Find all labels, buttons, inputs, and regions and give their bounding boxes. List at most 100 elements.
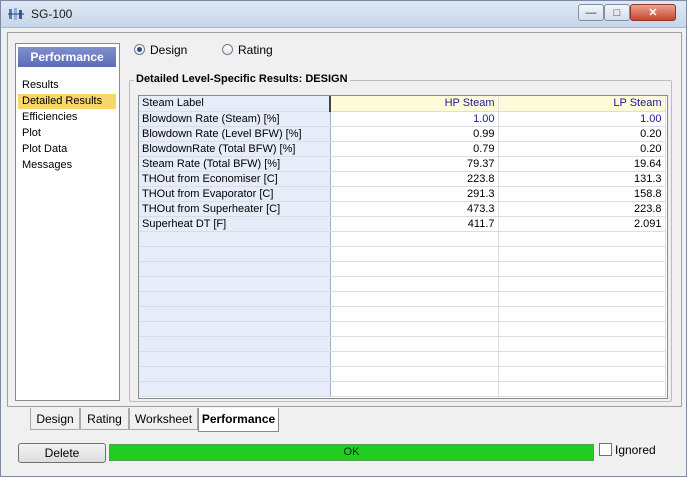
ignored-label: Ignored	[615, 443, 656, 457]
empty-cell	[330, 306, 499, 322]
empty-cell	[139, 381, 331, 397]
maximize-button[interactable]: □	[604, 4, 630, 21]
row-value-hp: 79.37	[330, 156, 499, 172]
nav-item-plot[interactable]: Plot	[18, 126, 116, 141]
group-title: Detailed Level-Specific Results: DESIGN	[134, 73, 350, 85]
row-value-hp: 0.79	[330, 141, 499, 157]
table-row: THOut from Superheater [C] 473.3 223.8	[139, 201, 666, 217]
nav-item-results[interactable]: Results	[18, 78, 116, 93]
empty-cell	[139, 321, 331, 337]
empty-row	[139, 246, 666, 262]
empty-cell	[330, 366, 499, 382]
empty-cell	[498, 366, 666, 382]
row-value-lp[interactable]: 1.00	[498, 111, 666, 127]
results-table: Steam Label HP Steam LP Steam Blowdown R…	[139, 96, 666, 397]
table-row: Steam Rate (Total BFW) [%] 79.37 19.64	[139, 156, 666, 172]
row-value-lp: 0.20	[498, 126, 666, 142]
window-title: SG-100	[31, 7, 73, 21]
row-value-lp: 223.8	[498, 201, 666, 217]
empty-cell	[139, 291, 331, 307]
results-groupbox: Detailed Level-Specific Results: DESIGN …	[129, 73, 672, 402]
close-button[interactable]: ✕	[630, 4, 676, 21]
header-lp-steam[interactable]: LP Steam	[498, 96, 666, 112]
empty-row	[139, 276, 666, 292]
empty-row	[139, 231, 666, 247]
empty-cell	[330, 336, 499, 352]
ignored-checkbox[interactable]	[599, 443, 612, 456]
table-row: Superheat DT [F] 411.7 2.091	[139, 216, 666, 232]
row-value-hp: 223.8	[330, 171, 499, 187]
app-icon	[8, 8, 24, 20]
maximize-icon: □	[613, 7, 621, 19]
empty-cell	[330, 381, 499, 397]
empty-row	[139, 261, 666, 277]
row-value-hp: 0.99	[330, 126, 499, 142]
empty-row	[139, 336, 666, 352]
empty-cell	[498, 291, 666, 307]
empty-row	[139, 351, 666, 367]
nav-header: Performance	[18, 47, 116, 67]
empty-cell	[139, 306, 331, 322]
empty-cell	[498, 321, 666, 337]
row-value-lp: 2.091	[498, 216, 666, 232]
table-row: THOut from Economiser [C] 223.8 131.3	[139, 171, 666, 187]
row-label: Steam Rate (Total BFW) [%]	[139, 156, 331, 172]
empty-row	[139, 366, 666, 382]
rating-radio[interactable]	[222, 44, 233, 55]
results-grid: Steam Label HP Steam LP Steam Blowdown R…	[138, 95, 668, 399]
design-radio[interactable]	[134, 44, 145, 55]
table-header-row: Steam Label HP Steam LP Steam	[139, 96, 666, 112]
row-label: THOut from Evaporator [C]	[139, 186, 331, 202]
title-bar: SG-100 — □ ✕	[1, 1, 686, 28]
row-value-lp: 19.64	[498, 156, 666, 172]
row-value-hp: 291.3	[330, 186, 499, 202]
empty-cell	[498, 336, 666, 352]
empty-cell	[139, 366, 331, 382]
row-label: THOut from Superheater [C]	[139, 201, 331, 217]
table-row: BlowdownRate (Total BFW) [%] 0.79 0.20	[139, 141, 666, 157]
empty-cell	[330, 321, 499, 337]
empty-cell	[330, 291, 499, 307]
empty-cell	[498, 246, 666, 262]
header-hp-steam[interactable]: HP Steam	[330, 96, 499, 112]
table-row: Blowdown Rate (Level BFW) [%] 0.99 0.20	[139, 126, 666, 142]
row-label: Blowdown Rate (Steam) [%]	[139, 111, 331, 127]
empty-cell	[498, 306, 666, 322]
row-value-lp: 0.20	[498, 141, 666, 157]
row-label: THOut from Economiser [C]	[139, 171, 331, 187]
empty-cell	[498, 381, 666, 397]
tab-performance[interactable]: Performance	[198, 408, 279, 432]
nav-item-messages[interactable]: Messages	[18, 158, 116, 173]
nav-item-detailed-results[interactable]: Detailed Results	[18, 94, 116, 109]
empty-cell	[498, 351, 666, 367]
empty-cell	[139, 246, 331, 262]
empty-cell	[330, 261, 499, 277]
row-value-lp: 131.3	[498, 171, 666, 187]
status-bar: OK	[109, 444, 594, 461]
close-icon: ✕	[648, 7, 658, 19]
row-value-hp: 411.7	[330, 216, 499, 232]
row-label: Superheat DT [F]	[139, 216, 331, 232]
row-label: BlowdownRate (Total BFW) [%]	[139, 141, 331, 157]
row-value-lp: 158.8	[498, 186, 666, 202]
nav-item-plot-data[interactable]: Plot Data	[18, 142, 116, 157]
empty-cell	[139, 351, 331, 367]
window: SG-100 — □ ✕ Performance Results Detaile…	[0, 0, 687, 477]
design-radio-label: Design	[150, 43, 188, 57]
tab-worksheet[interactable]: Worksheet	[129, 408, 198, 430]
empty-cell	[330, 231, 499, 247]
table-row: THOut from Evaporator [C] 291.3 158.8	[139, 186, 666, 202]
empty-cell	[498, 231, 666, 247]
empty-row	[139, 291, 666, 307]
row-value-hp: 473.3	[330, 201, 499, 217]
table-row: Blowdown Rate (Steam) [%] 1.00 1.00	[139, 111, 666, 127]
minimize-button[interactable]: —	[578, 4, 604, 21]
tab-rating[interactable]: Rating	[80, 408, 129, 430]
delete-button[interactable]: Delete	[18, 443, 106, 463]
empty-row	[139, 306, 666, 322]
empty-cell	[139, 276, 331, 292]
row-value-hp[interactable]: 1.00	[330, 111, 499, 127]
empty-cell	[330, 276, 499, 292]
nav-item-efficiencies[interactable]: Efficiencies	[18, 110, 116, 125]
tab-design[interactable]: Design	[30, 408, 80, 430]
